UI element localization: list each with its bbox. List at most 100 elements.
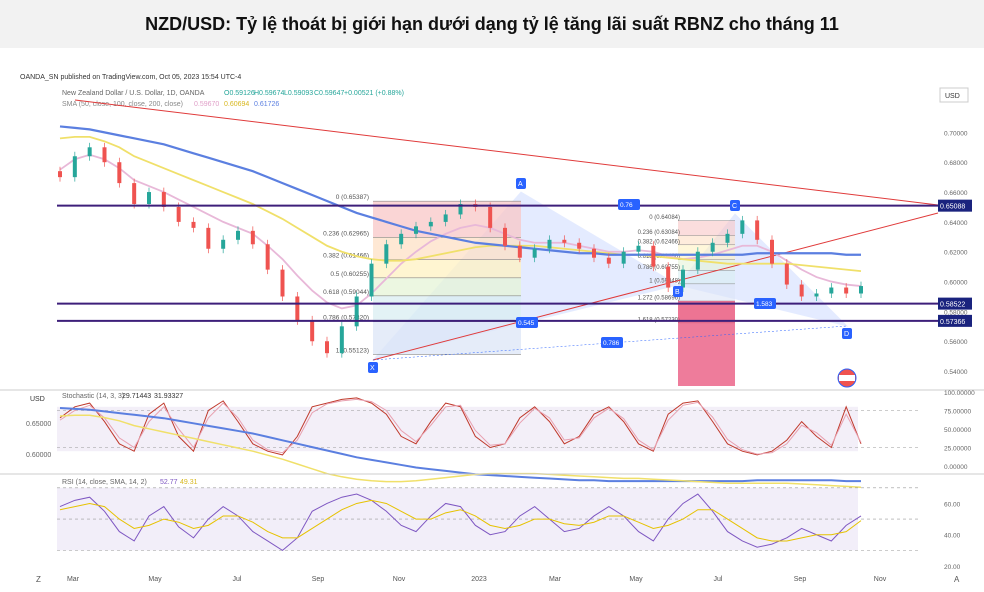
candle-body — [799, 284, 804, 297]
zoom-icon[interactable]: Z — [36, 575, 41, 584]
target-zone — [678, 301, 735, 386]
pattern-label-D: D — [844, 331, 849, 338]
fib-label-4: 0.618 (0.59044) — [323, 289, 369, 296]
candle-body — [236, 230, 240, 240]
stoch-left-tick-2: 0.60000 — [26, 452, 51, 459]
ratio-label-2: 0.786 — [603, 340, 620, 347]
stoch-tick-3: 25.00000 — [944, 446, 971, 453]
candle-body — [488, 206, 493, 228]
currency-label: USD — [945, 93, 960, 100]
x-tick-10: Nov — [874, 576, 887, 583]
stoch-left-tick-1: 0.65000 — [26, 421, 51, 428]
candle-body — [310, 320, 315, 342]
stoch-val-k: 29.71443 — [122, 393, 151, 400]
rsi-sma-val: 49.31 — [180, 479, 198, 486]
candle-body — [651, 245, 656, 267]
fib-zone-1 — [373, 237, 521, 260]
sma-val-100: 0.60694 — [224, 101, 249, 108]
candle-body — [295, 296, 300, 321]
stoch-tick-1: 75.00000 — [944, 409, 971, 416]
x-tick-2: Jul — [233, 576, 242, 583]
candle-body — [503, 227, 507, 246]
rsi-tick-1: 40.00 — [944, 533, 961, 540]
candle-body — [414, 226, 418, 234]
candle-body — [621, 251, 626, 264]
candle-body — [102, 147, 107, 163]
fib-zone-5 — [373, 321, 521, 355]
candle-body — [636, 245, 641, 252]
chart-area: OANDA_SN published on TradingView.com, O… — [0, 48, 984, 587]
fib-label-1: 0.236 (0.62965) — [323, 230, 369, 237]
page-title: NZD/USD: Tỷ lệ thoát bị giới hạn dưới dạ… — [145, 13, 839, 34]
page-header: NZD/USD: Tỷ lệ thoát bị giới hạn dưới dạ… — [0, 0, 984, 49]
x-tick-7: May — [629, 576, 643, 583]
pattern-label-X: X — [370, 365, 375, 372]
y-tick-3: 0.64000 — [944, 220, 968, 227]
rsi-tick-2: 20.00 — [944, 564, 961, 571]
stoch-tick-0: 100.00000 — [944, 390, 975, 397]
candle-body — [829, 287, 834, 294]
fib2-label-4: 0.786 (0.60755) — [638, 265, 680, 271]
fib-label-3: 0.5 (0.60255) — [330, 271, 369, 278]
x-tick-5: 2023 — [471, 576, 487, 583]
candle-body — [72, 156, 77, 178]
fib2-zone-0 — [678, 220, 735, 236]
candle-body — [755, 220, 760, 240]
stoch-tick-2: 50.00000 — [944, 427, 971, 434]
candle-body — [710, 242, 715, 252]
pattern-label-B: B — [675, 289, 680, 296]
x-tick-0: Mar — [67, 576, 80, 583]
candle-body — [592, 248, 596, 258]
stoch-band — [57, 406, 858, 452]
fib-zone-4 — [373, 295, 521, 322]
fib-zone-3 — [373, 277, 521, 296]
candle-body — [681, 269, 685, 288]
fib2-zone-5 — [678, 283, 735, 302]
candle-body — [770, 239, 774, 264]
x-tick-3: Sep — [312, 576, 325, 583]
y-tick-8: 0.54000 — [944, 369, 968, 376]
candle-body — [339, 326, 344, 354]
fib2-label-0: 0 (0.64084) — [649, 215, 680, 221]
y-tick-1: 0.68000 — [944, 160, 968, 167]
y-tick-5: 0.60000 — [944, 280, 968, 287]
x-tick-6: Mar — [549, 576, 562, 583]
stoch-title: Stochastic (14, 3, 3) — [62, 393, 124, 400]
fib2-label-2: 0.382 (0.62466) — [638, 239, 680, 245]
level-label-0: 0.65088 — [940, 204, 965, 211]
candle-body — [695, 251, 700, 270]
candle-body — [325, 341, 329, 354]
candle-body — [265, 244, 270, 270]
candle-body — [606, 257, 611, 264]
candle-body — [725, 233, 730, 243]
level-label-2: 0.57366 — [940, 319, 965, 326]
sma-val-200: 0.61726 — [254, 101, 279, 108]
candle-body — [132, 183, 137, 204]
candle-body — [532, 248, 537, 258]
stoch-val-d: 31.93327 — [154, 393, 183, 400]
auto-scale-icon[interactable]: A — [954, 575, 960, 584]
ohlc-high: H0.59674 — [254, 90, 284, 97]
candle-body — [399, 233, 404, 245]
candle-body — [369, 263, 374, 297]
candle-body — [206, 227, 211, 249]
candle-body — [176, 206, 181, 222]
ohlc-open: O0.59126 — [224, 90, 255, 97]
level-label-1: 0.58522 — [940, 302, 965, 309]
ratio-label-1: 0.545 — [518, 320, 535, 327]
publisher-line: OANDA_SN published on TradingView.com, O… — [20, 74, 241, 81]
ohlc-low: L0.59093 — [284, 90, 313, 97]
candle-body — [87, 147, 92, 157]
x-tick-8: Jul — [714, 576, 723, 583]
chart-svg: OANDA_SN published on TradingView.com, O… — [0, 48, 984, 587]
flag-icon — [837, 368, 857, 388]
candle-body — [191, 221, 196, 228]
y-tick-6: 0.58000 — [944, 309, 968, 316]
ohlc-change: +0.00521 (+0.88%) — [344, 90, 404, 97]
candle-body — [666, 266, 671, 288]
sma-line: SMA (50, close, 100, close, 200, close) — [62, 101, 183, 108]
candle-body — [844, 287, 849, 294]
candle-body — [517, 245, 522, 258]
sma-val-50: 0.59670 — [194, 101, 219, 108]
pattern-label-C: C — [732, 203, 737, 210]
